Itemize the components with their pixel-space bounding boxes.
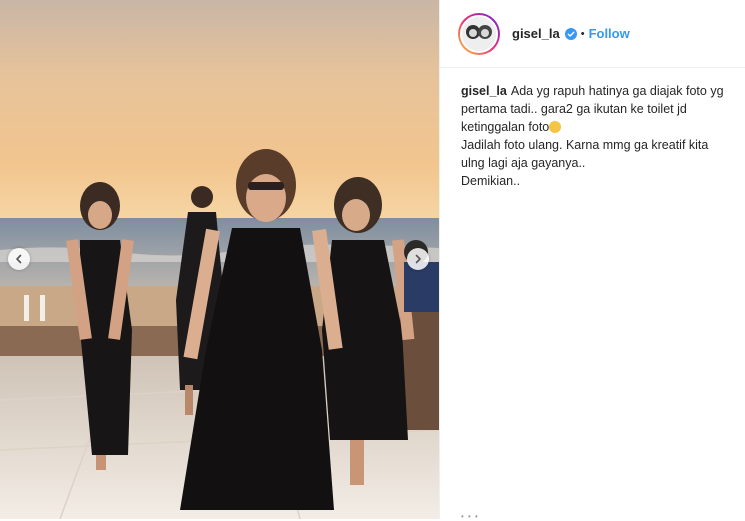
follow-button[interactable]: Follow xyxy=(589,26,630,41)
avatar-image xyxy=(462,16,496,51)
post-header: gisel_la • Follow xyxy=(440,0,745,68)
more-indicator: • • • xyxy=(461,512,479,521)
separator-dot: • xyxy=(580,27,585,40)
beach-sunset-photo xyxy=(0,0,439,519)
verified-badge-icon xyxy=(564,27,577,40)
post-sidebar: gisel_la • Follow gisel_la Ada yg rapuh h… xyxy=(439,0,745,521)
username-link[interactable]: gisel_la xyxy=(512,26,560,41)
next-photo-button[interactable] xyxy=(407,248,429,270)
chevron-left-icon xyxy=(16,254,22,264)
rolling-laughing-emoji-icon xyxy=(549,121,562,133)
post-photo[interactable] xyxy=(0,0,439,519)
chevron-right-icon xyxy=(415,254,421,264)
previous-photo-button[interactable] xyxy=(8,248,30,270)
caption-username[interactable]: gisel_la xyxy=(461,84,507,98)
avatar[interactable] xyxy=(458,12,500,55)
caption-line-2: Jadilah foto ulang. Karna mmg ga kreatif… xyxy=(461,138,709,170)
post-caption: gisel_la Ada yg rapuh hatinya ga diajak f… xyxy=(461,82,731,190)
instagram-post: gisel_la • Follow gisel_la Ada yg rapuh h… xyxy=(0,0,745,521)
caption-line-3: Demikian.. xyxy=(461,174,521,188)
